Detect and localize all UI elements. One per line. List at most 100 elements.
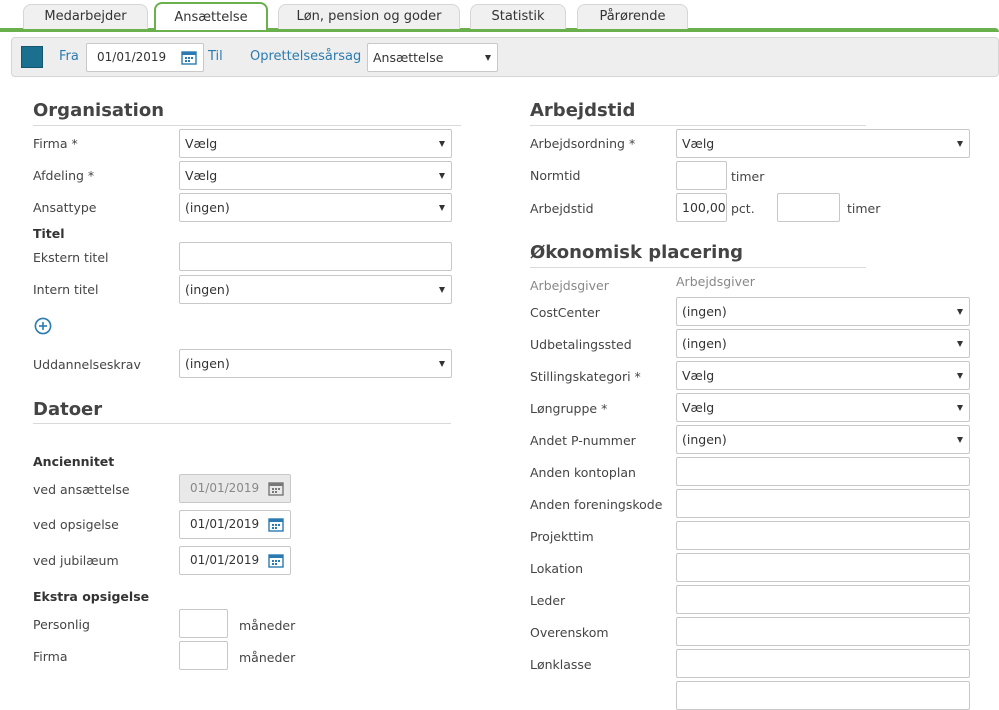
ansattype-label: Ansattype	[33, 200, 97, 215]
ekstern-titel-label: Ekstern titel	[33, 250, 109, 265]
chevron-down-icon	[439, 173, 445, 179]
chevron-down-icon	[439, 205, 445, 211]
chevron-down-icon	[957, 341, 963, 347]
calendar-icon[interactable]	[268, 517, 284, 532]
firma-unit: måneder	[239, 650, 296, 665]
fra-date-input[interactable]: 01/01/2019	[86, 43, 204, 72]
ansattype-select[interactable]: (ingen)	[179, 193, 452, 222]
projekttim-input[interactable]	[676, 521, 970, 550]
uddannelseskrav-label: Uddannelseskrav	[33, 357, 141, 372]
tab-statistik[interactable]: Statistik	[470, 4, 566, 29]
andet-p-nummer-value: (ingen)	[682, 432, 727, 447]
overenskom-input[interactable]	[676, 617, 970, 646]
add-circle-icon[interactable]	[34, 317, 52, 335]
stillingskategori-label: Stillingskategori *	[530, 369, 641, 384]
oprettelsesaarsag-label: Oprettelsesårsag	[250, 49, 362, 64]
loengruppe-value: Vælg	[682, 400, 715, 415]
arbejdsgiver-value: Arbejdsgiver	[676, 274, 755, 289]
afdeling-select[interactable]: Vælg	[179, 161, 452, 190]
chevron-down-icon	[957, 437, 963, 443]
ved-ansaettelse-date-input: 01/01/2019	[179, 474, 291, 503]
andet-p-nummer-select[interactable]: (ingen)	[676, 425, 970, 454]
calendar-icon[interactable]	[268, 553, 284, 568]
ved-opsigelse-date-input[interactable]: 01/01/2019	[179, 510, 291, 539]
next-row-input[interactable]	[676, 681, 970, 710]
firma-value: Vælg	[185, 136, 218, 151]
ved-ansaettelse-value: 01/01/2019	[190, 481, 260, 495]
afdeling-value: Vælg	[185, 168, 218, 183]
ved-jubilaeum-label: ved jubilæum	[33, 553, 119, 568]
tab-strip: Medarbejder Ansættelse Løn, pension og g…	[0, 0, 999, 36]
loengruppe-select[interactable]: Vælg	[676, 393, 970, 422]
firma-label: Firma *	[33, 136, 78, 151]
ekstern-titel-input[interactable]	[179, 242, 452, 271]
arbejdstid-label: Arbejdstid	[530, 201, 594, 216]
chevron-down-icon	[485, 55, 491, 61]
anden-kontoplan-input[interactable]	[676, 457, 970, 486]
leder-input[interactable]	[676, 585, 970, 614]
intern-titel-select[interactable]: (ingen)	[179, 275, 452, 304]
andet-p-nummer-label: Andet P-nummer	[530, 433, 636, 448]
lokation-label: Lokation	[530, 561, 584, 576]
udbetalingssted-select[interactable]: (ingen)	[676, 329, 970, 358]
arbejdsordning-select[interactable]: Vælg	[676, 129, 970, 158]
loenklasse-label: Lønklasse	[530, 657, 592, 672]
tab-loen-pension-goder[interactable]: Løn, pension og goder	[278, 4, 460, 29]
afdeling-label: Afdeling *	[33, 168, 95, 183]
calendar-icon[interactable]	[181, 50, 197, 65]
anciennitet-heading: Anciennitet	[33, 454, 115, 469]
section-title-okonomisk-placering: Økonomisk placering	[530, 242, 744, 263]
chevron-down-icon	[957, 373, 963, 379]
arbejdstid-hours-input[interactable]	[777, 193, 840, 222]
uddannelseskrav-select[interactable]: (ingen)	[179, 349, 452, 378]
firma-months-input[interactable]	[179, 641, 228, 670]
tab-ansaettelse[interactable]: Ansættelse	[154, 2, 268, 30]
section-divider	[33, 423, 451, 424]
section-title-arbejdstid: Arbejdstid	[530, 100, 636, 121]
chevron-down-icon	[957, 141, 963, 147]
stillingskategori-select[interactable]: Vælg	[676, 361, 970, 390]
tab-paaroerende[interactable]: Pårørende	[577, 4, 688, 29]
leder-label: Leder	[530, 593, 566, 608]
arbejdstid-pct-input[interactable]: 100,00	[676, 193, 727, 222]
anden-kontoplan-label: Anden kontoplan	[530, 465, 636, 480]
arbejdstid-pct-unit: pct.	[731, 201, 755, 216]
lokation-input[interactable]	[676, 553, 970, 582]
loenklasse-input[interactable]	[676, 649, 970, 678]
loengruppe-label: Løngruppe *	[530, 401, 608, 416]
oprettelsesaarsag-select[interactable]: Ansættelse	[367, 43, 498, 72]
chevron-down-icon	[439, 141, 445, 147]
intern-titel-value: (ingen)	[185, 282, 230, 297]
til-label: Til	[208, 49, 223, 64]
section-title-datoer: Datoer	[33, 399, 103, 420]
udbetalingssted-label: Udbetalingssted	[530, 337, 632, 352]
arbejdstid-hours-unit: timer	[847, 201, 881, 216]
fra-label: Fra	[59, 49, 79, 64]
costcenter-select[interactable]: (ingen)	[676, 297, 970, 326]
arbejdsgiver-label: Arbejdsgiver	[530, 278, 609, 293]
ekstra-opsigelse-heading: Ekstra opsigelse	[33, 589, 150, 604]
arbejdsordning-label: Arbejdsordning *	[530, 136, 636, 151]
anden-foreningskode-input[interactable]	[676, 489, 970, 518]
chevron-down-icon	[439, 287, 445, 293]
filter-toggle-icon[interactable]	[21, 46, 43, 68]
ved-jubilaeum-value: 01/01/2019	[190, 553, 260, 567]
section-title-organisation: Organisation	[33, 100, 165, 121]
personlig-months-input[interactable]	[179, 609, 228, 638]
ved-opsigelse-label: ved opsigelse	[33, 517, 119, 532]
calendar-icon	[268, 482, 284, 496]
ansattype-value: (ingen)	[185, 200, 230, 215]
personlig-unit: måneder	[239, 618, 296, 633]
ved-jubilaeum-date-input[interactable]: 01/01/2019	[179, 546, 291, 575]
anden-foreningskode-label: Anden foreningskode	[530, 497, 663, 512]
chevron-down-icon	[439, 361, 445, 367]
chevron-down-icon	[957, 309, 963, 315]
projekttim-label: Projekttim	[530, 529, 594, 544]
firma-select[interactable]: Vælg	[179, 129, 452, 158]
normtid-input[interactable]	[676, 161, 727, 190]
normtid-label: Normtid	[530, 168, 581, 183]
chevron-down-icon	[957, 405, 963, 411]
personlig-label: Personlig	[33, 617, 90, 632]
stillingskategori-value: Vælg	[682, 368, 715, 383]
tab-medarbejder[interactable]: Medarbejder	[23, 4, 148, 29]
